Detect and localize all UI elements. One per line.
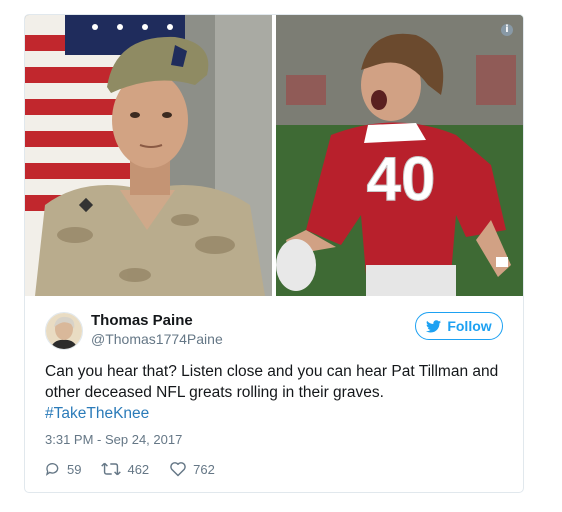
like-button[interactable]: 762 — [169, 461, 215, 477]
author-name[interactable]: Thomas Paine — [91, 312, 193, 329]
tweet-header: Thomas Paine @Thomas1774Paine Follow — [45, 312, 503, 352]
follow-label: Follow — [447, 318, 492, 334]
tweet-media[interactable]: 40 i — [25, 15, 523, 296]
reply-count: 59 — [67, 461, 82, 477]
retweet-icon — [101, 462, 122, 476]
tweet-actions: 59 462 762 — [45, 461, 235, 477]
tweet-text: Can you hear that? Listen close and you … — [45, 361, 505, 424]
tweet-card[interactable]: 40 i Thomas Paine @Thomas1774Paine Follo… — [24, 14, 524, 493]
author-handle[interactable]: @Thomas1774Paine — [91, 331, 223, 347]
tweet-timestamp[interactable]: 3:31 PM - Sep 24, 2017 — [45, 432, 182, 447]
like-count: 762 — [193, 461, 215, 477]
hashtag-link[interactable]: #TakeTheKnee — [45, 403, 505, 424]
follow-button[interactable]: Follow — [415, 312, 503, 340]
retweet-count: 462 — [127, 461, 150, 477]
jersey-number: 40 — [367, 145, 436, 214]
photo-soldier[interactable] — [25, 15, 272, 296]
reply-icon — [45, 463, 59, 476]
reply-button[interactable]: 59 — [45, 461, 81, 477]
info-icon[interactable]: i — [501, 24, 513, 36]
photo-football-player[interactable]: 40 — [276, 15, 523, 296]
twitter-bird-icon — [426, 319, 442, 332]
heart-icon — [170, 462, 186, 477]
tweet-body: Can you hear that? Listen close and you … — [45, 363, 499, 401]
retweet-button[interactable]: 462 — [101, 461, 149, 477]
avatar[interactable] — [45, 312, 83, 350]
